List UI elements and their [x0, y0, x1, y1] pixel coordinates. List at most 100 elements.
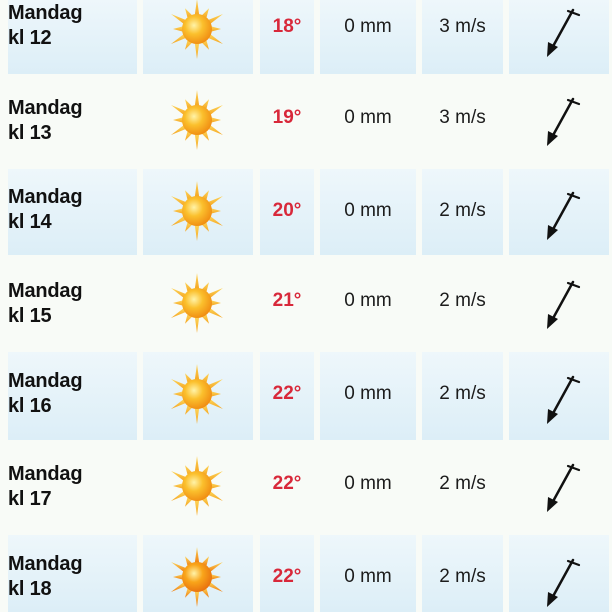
hour-label: kl 15: [8, 305, 52, 327]
weather-cell: [143, 0, 253, 74]
temperature-cell: 20°: [260, 169, 314, 255]
weather-cell: [143, 449, 253, 523]
temperature-cell: 22°: [260, 352, 314, 440]
precipitation-cell: 0 mm: [320, 266, 416, 340]
temperature-value: 21°: [272, 290, 302, 311]
temperature-value: 22°: [272, 473, 302, 494]
hour-label: kl 16: [8, 395, 52, 417]
wind-arrow-icon: [547, 191, 581, 240]
forecast-row[interactable]: Mandag kl 12 18° 0 mm 3 m/s: [0, 0, 612, 74]
time-label: Mandag kl 13: [8, 96, 83, 146]
time-cell: Mandag kl 15: [8, 266, 137, 340]
sun-icon: [171, 456, 223, 516]
weather-cell: [143, 266, 253, 340]
wind-direction-cell: [509, 266, 609, 340]
hour-label: kl 18: [8, 578, 52, 600]
time-label: Mandag kl 17: [8, 462, 83, 512]
wind-speed-value: 2 m/s: [439, 200, 486, 221]
hourly-forecast-table: Mandag kl 12 18° 0 mm 3 m/s Mandag kl 13: [0, 0, 612, 612]
wind-arrow-icon: [547, 280, 581, 329]
precipitation-cell: 0 mm: [320, 83, 416, 157]
wind-speed-value: 2 m/s: [439, 383, 486, 404]
day-label: Mandag: [8, 97, 83, 119]
day-label: Mandag: [8, 280, 83, 302]
wind-speed-cell: 2 m/s: [422, 169, 503, 255]
forecast-row[interactable]: Mandag kl 15 21° 0 mm 2 m/s: [0, 266, 612, 340]
wind-direction-cell: [509, 449, 609, 523]
wind-arrow-icon: [547, 558, 581, 607]
time-cell: Mandag kl 12: [8, 0, 137, 74]
sun-icon: [171, 547, 223, 607]
precipitation-cell: 0 mm: [320, 0, 416, 74]
wind-speed-cell: 2 m/s: [422, 535, 503, 612]
wind-arrow-icon: [547, 97, 581, 146]
precipitation-value: 0 mm: [344, 566, 392, 587]
time-cell: Mandag kl 18: [8, 535, 137, 612]
wind-direction-cell: [509, 535, 609, 612]
time-label: Mandag kl 16: [8, 369, 83, 419]
wind-arrow-icon: [547, 463, 581, 512]
temperature-value: 22°: [272, 383, 302, 404]
temperature-value: 19°: [272, 107, 302, 128]
precipitation-value: 0 mm: [344, 290, 392, 311]
time-label: Mandag kl 15: [8, 279, 83, 329]
forecast-row[interactable]: Mandag kl 16 22° 0 mm 2 m/s: [0, 352, 612, 440]
weather-cell: [143, 169, 253, 255]
temperature-cell: 19°: [260, 83, 314, 157]
precipitation-value: 0 mm: [344, 473, 392, 494]
hour-label: kl 12: [8, 27, 52, 49]
precipitation-value: 0 mm: [344, 200, 392, 221]
wind-direction-cell: [509, 169, 609, 255]
temperature-cell: 21°: [260, 266, 314, 340]
weather-cell: [143, 535, 253, 612]
day-label: Mandag: [8, 2, 83, 24]
wind-speed-value: 2 m/s: [439, 473, 486, 494]
temperature-value: 18°: [272, 16, 302, 37]
time-cell: Mandag kl 14: [8, 169, 137, 255]
precipitation-cell: 0 mm: [320, 169, 416, 255]
temperature-cell: 22°: [260, 535, 314, 612]
wind-speed-cell: 3 m/s: [422, 0, 503, 74]
forecast-row[interactable]: Mandag kl 18 22° 0 mm 2 m/s: [0, 535, 612, 612]
forecast-row[interactable]: Mandag kl 13 19° 0 mm 3 m/s: [0, 83, 612, 157]
day-label: Mandag: [8, 186, 83, 208]
time-label: Mandag kl 18: [8, 552, 83, 602]
wind-speed-value: 2 m/s: [439, 566, 486, 587]
day-label: Mandag: [8, 370, 83, 392]
sun-icon: [171, 364, 223, 424]
weather-cell: [143, 83, 253, 157]
wind-arrow-icon: [547, 8, 581, 57]
sun-icon: [171, 0, 223, 59]
time-cell: Mandag kl 16: [8, 352, 137, 440]
precipitation-value: 0 mm: [344, 16, 392, 37]
sun-icon: [171, 90, 223, 150]
precipitation-cell: 0 mm: [320, 535, 416, 612]
precipitation-cell: 0 mm: [320, 352, 416, 440]
day-label: Mandag: [8, 463, 83, 485]
wind-direction-cell: [509, 83, 609, 157]
wind-direction-cell: [509, 0, 609, 74]
time-label: Mandag kl 14: [8, 185, 83, 235]
precipitation-value: 0 mm: [344, 107, 392, 128]
time-cell: Mandag kl 13: [8, 83, 137, 157]
wind-speed-cell: 2 m/s: [422, 449, 503, 523]
wind-arrow-icon: [547, 375, 581, 424]
hour-label: kl 17: [8, 488, 52, 510]
hour-label: kl 14: [8, 211, 52, 233]
wind-speed-cell: 2 m/s: [422, 352, 503, 440]
sun-icon: [171, 273, 223, 333]
wind-speed-value: 2 m/s: [439, 290, 486, 311]
forecast-row[interactable]: Mandag kl 14 20° 0 mm 2 m/s: [0, 169, 612, 255]
wind-speed-cell: 2 m/s: [422, 266, 503, 340]
temperature-value: 20°: [272, 200, 302, 221]
wind-speed-value: 3 m/s: [439, 16, 486, 37]
wind-speed-cell: 3 m/s: [422, 83, 503, 157]
forecast-row[interactable]: Mandag kl 17 22° 0 mm 2 m/s: [0, 449, 612, 523]
wind-direction-cell: [509, 352, 609, 440]
weather-cell: [143, 352, 253, 440]
hour-label: kl 13: [8, 122, 52, 144]
temperature-value: 22°: [272, 566, 302, 587]
time-label: Mandag kl 12: [8, 1, 83, 51]
precipitation-value: 0 mm: [344, 383, 392, 404]
time-cell: Mandag kl 17: [8, 449, 137, 523]
